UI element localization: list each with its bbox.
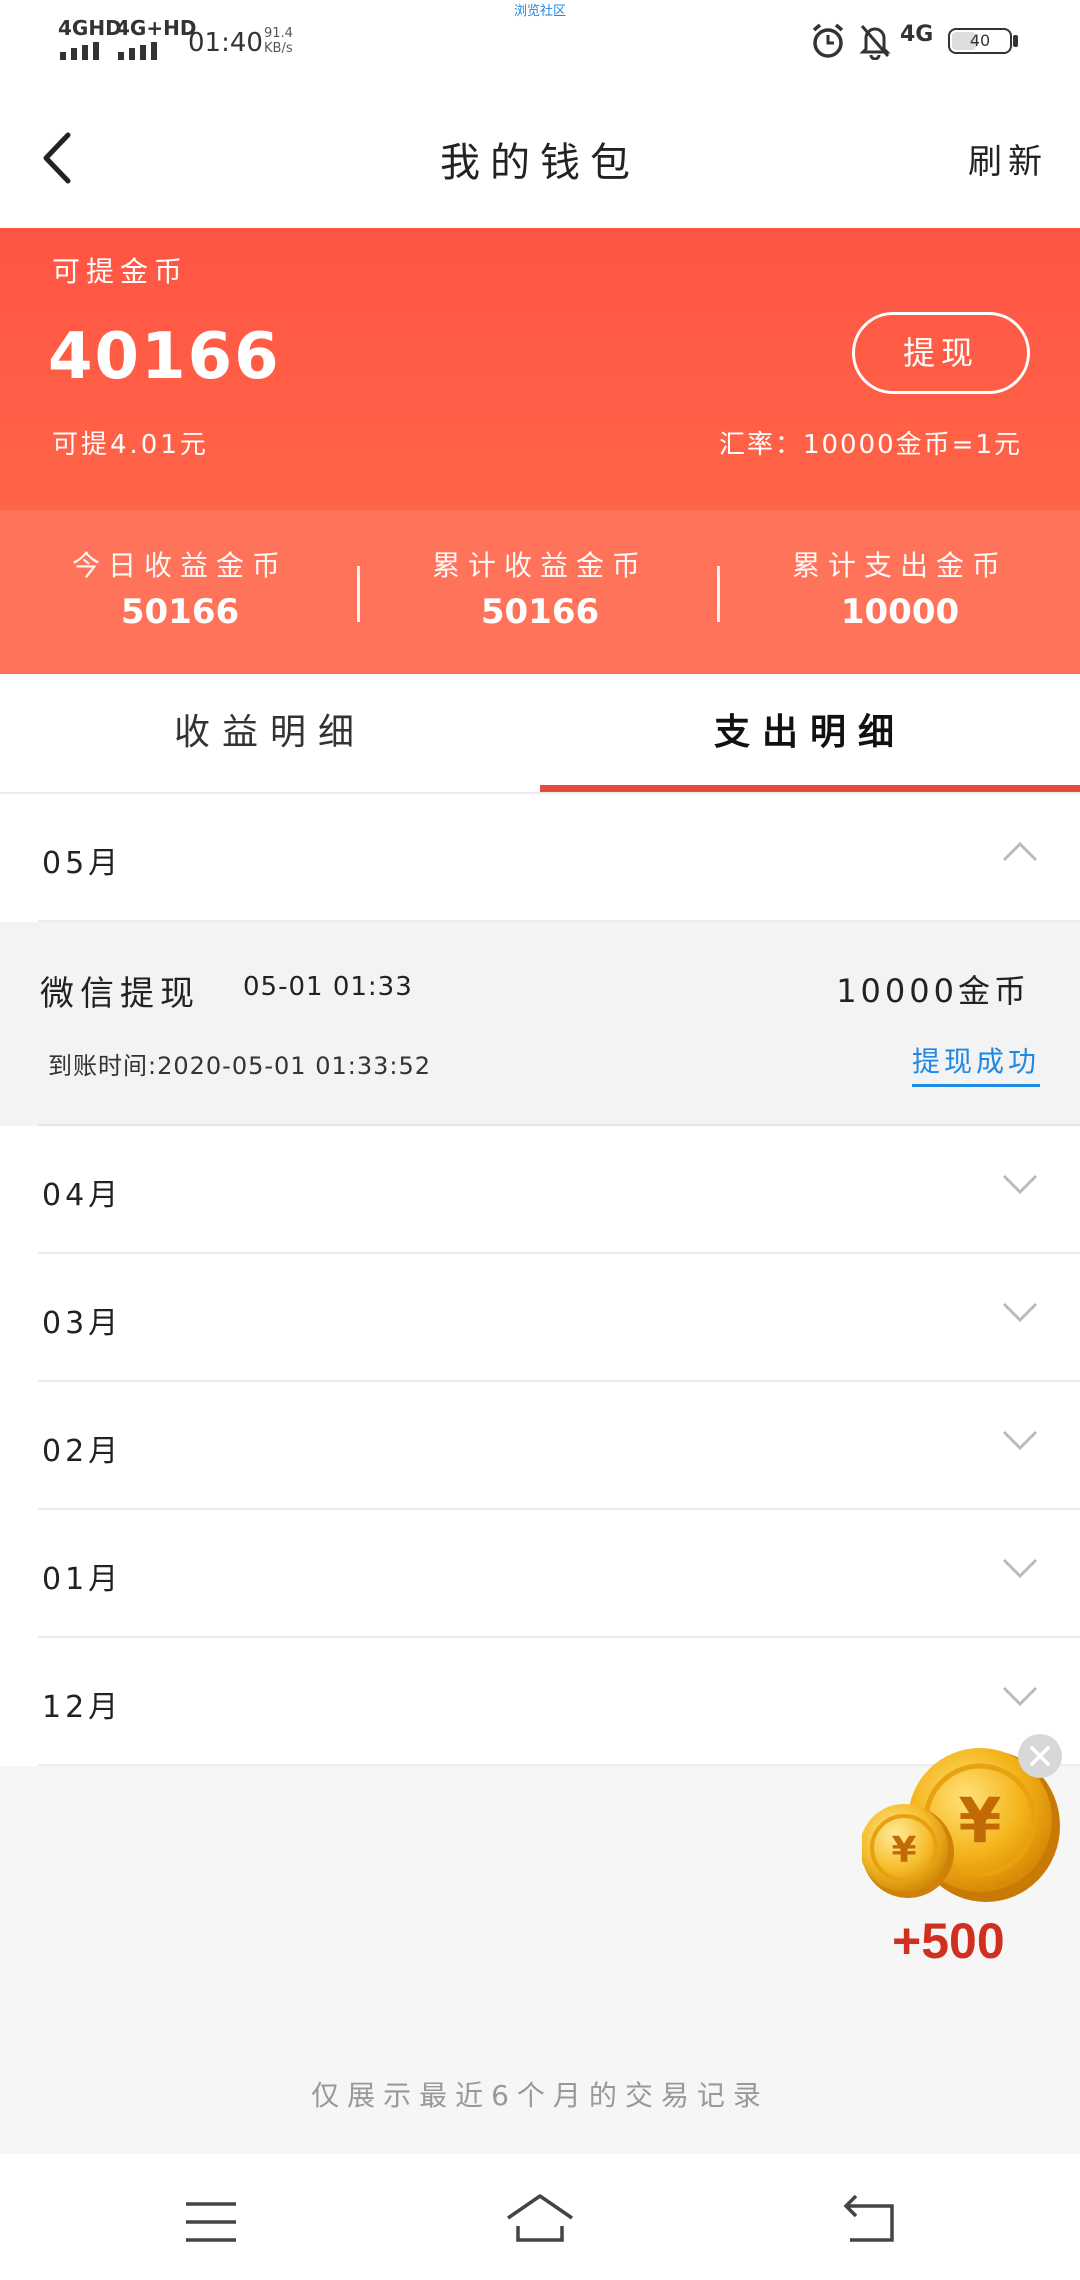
stat-label: 累计支出金币 bbox=[791, 549, 1008, 582]
page-title: 我的钱包 bbox=[440, 140, 640, 186]
menu-icon[interactable] bbox=[184, 2200, 238, 2244]
network-speed: 91.4 KB/s bbox=[264, 26, 293, 56]
status-center-text: 浏览社区 bbox=[513, 4, 566, 19]
month-label: 03月 bbox=[42, 1306, 123, 1341]
month-label: 04月 bbox=[42, 1178, 123, 1213]
withdraw-button[interactable]: 提现 bbox=[852, 312, 1030, 394]
close-button[interactable] bbox=[1018, 1734, 1062, 1778]
record-arrival-time: 到账时间:2020-05-01 01:33:52 bbox=[48, 1052, 431, 1080]
month-row-05[interactable]: 05月 bbox=[0, 794, 1080, 922]
stat-label: 累计收益金币 bbox=[431, 549, 648, 582]
svg-text:¥: ¥ bbox=[891, 1830, 916, 1871]
month-row-04[interactable]: 04月 bbox=[0, 1126, 1080, 1254]
signal-icon bbox=[118, 42, 157, 60]
chevron-down-icon bbox=[1002, 1430, 1038, 1451]
active-tab-indicator bbox=[540, 785, 1080, 792]
chevron-down-icon bbox=[1002, 1174, 1038, 1195]
chevron-down-icon bbox=[1002, 1302, 1038, 1323]
battery-cap bbox=[1013, 35, 1018, 47]
chevron-down-icon bbox=[1002, 1558, 1038, 1579]
signal-icon bbox=[60, 42, 99, 60]
network-label-3: 4G bbox=[900, 22, 934, 47]
tab-expense[interactable]: 支出明细 bbox=[540, 674, 1080, 792]
detail-tabs: 收益明细 支出明细 bbox=[0, 674, 1080, 794]
home-icon[interactable] bbox=[504, 2192, 576, 2244]
speed-value: 91.4 bbox=[264, 26, 293, 41]
tab-income[interactable]: 收益明细 bbox=[0, 674, 540, 792]
month-row-02[interactable]: 02月 bbox=[0, 1382, 1080, 1510]
month-label: 05月 bbox=[42, 846, 123, 881]
exchange-rate: 汇率：10000金币=1元 bbox=[718, 430, 1022, 460]
available-amount: 可提4.01元 bbox=[52, 430, 209, 460]
stat-total-expense: 累计支出金币 10000 bbox=[720, 544, 1080, 632]
balance-card: 可提金币 40166 提现 可提4.01元 汇率：10000金币=1元 bbox=[0, 228, 1080, 510]
coin-reward-amount: +500 bbox=[892, 1913, 1005, 1969]
month-row-03[interactable]: 03月 bbox=[0, 1254, 1080, 1382]
stat-value: 50166 bbox=[120, 592, 240, 632]
mute-bell-icon bbox=[859, 25, 891, 60]
month-row-01[interactable]: 01月 bbox=[0, 1510, 1080, 1638]
svg-text:¥: ¥ bbox=[958, 1784, 1001, 1857]
record-amount: 10000金币 bbox=[836, 972, 1030, 1010]
alarm-icon bbox=[812, 23, 844, 58]
stat-total-income: 累计收益金币 50166 bbox=[360, 544, 720, 632]
record-status-link[interactable]: 提现成功 bbox=[911, 1040, 1040, 1087]
record-title: 微信提现 bbox=[40, 974, 200, 1014]
back-icon[interactable] bbox=[842, 2194, 898, 2244]
network-label-1: 4GHD bbox=[58, 16, 122, 40]
stat-value: 10000 bbox=[840, 592, 960, 632]
app-header: 我的钱包 刷新 bbox=[0, 90, 1080, 228]
footnote: 仅展示最近6个月的交易记录 bbox=[311, 2079, 769, 2112]
record-date: 05-01 01:33 bbox=[243, 972, 413, 1002]
speed-unit: KB/s bbox=[264, 41, 293, 56]
stat-today-income: 今日收益金币 50166 bbox=[0, 544, 360, 632]
battery-level: 40 bbox=[969, 31, 991, 50]
chevron-down-icon bbox=[1002, 1686, 1038, 1707]
balance-value: 40166 bbox=[48, 320, 281, 394]
stat-label: 今日收益金币 bbox=[71, 549, 288, 582]
refresh-button[interactable]: 刷新 bbox=[968, 134, 1048, 183]
month-label: 02月 bbox=[42, 1434, 123, 1469]
transaction-record: 微信提现 05-01 01:33 10000金币 到账时间:2020-05-01… bbox=[0, 922, 1080, 1126]
coin-reward-widget[interactable]: ¥ ¥ +500 bbox=[862, 1734, 1062, 1994]
month-label: 01月 bbox=[42, 1562, 123, 1597]
close-icon bbox=[1030, 1746, 1050, 1766]
stat-value: 50166 bbox=[480, 592, 600, 632]
stats-bar: 今日收益金币 50166 累计收益金币 50166 累计支出金币 10000 bbox=[0, 510, 1080, 674]
status-bar: 4GHD 4G+HD 01:40 91.4 KB/s 浏览社区 4G 40 bbox=[0, 0, 1080, 90]
system-nav-bar bbox=[0, 2154, 1080, 2280]
chevron-up-icon bbox=[1002, 841, 1038, 862]
network-label-2: 4G+HD bbox=[116, 16, 197, 40]
clock: 01:40 bbox=[188, 28, 263, 58]
balance-label: 可提金币 bbox=[52, 255, 189, 288]
month-label: 12月 bbox=[42, 1690, 123, 1725]
